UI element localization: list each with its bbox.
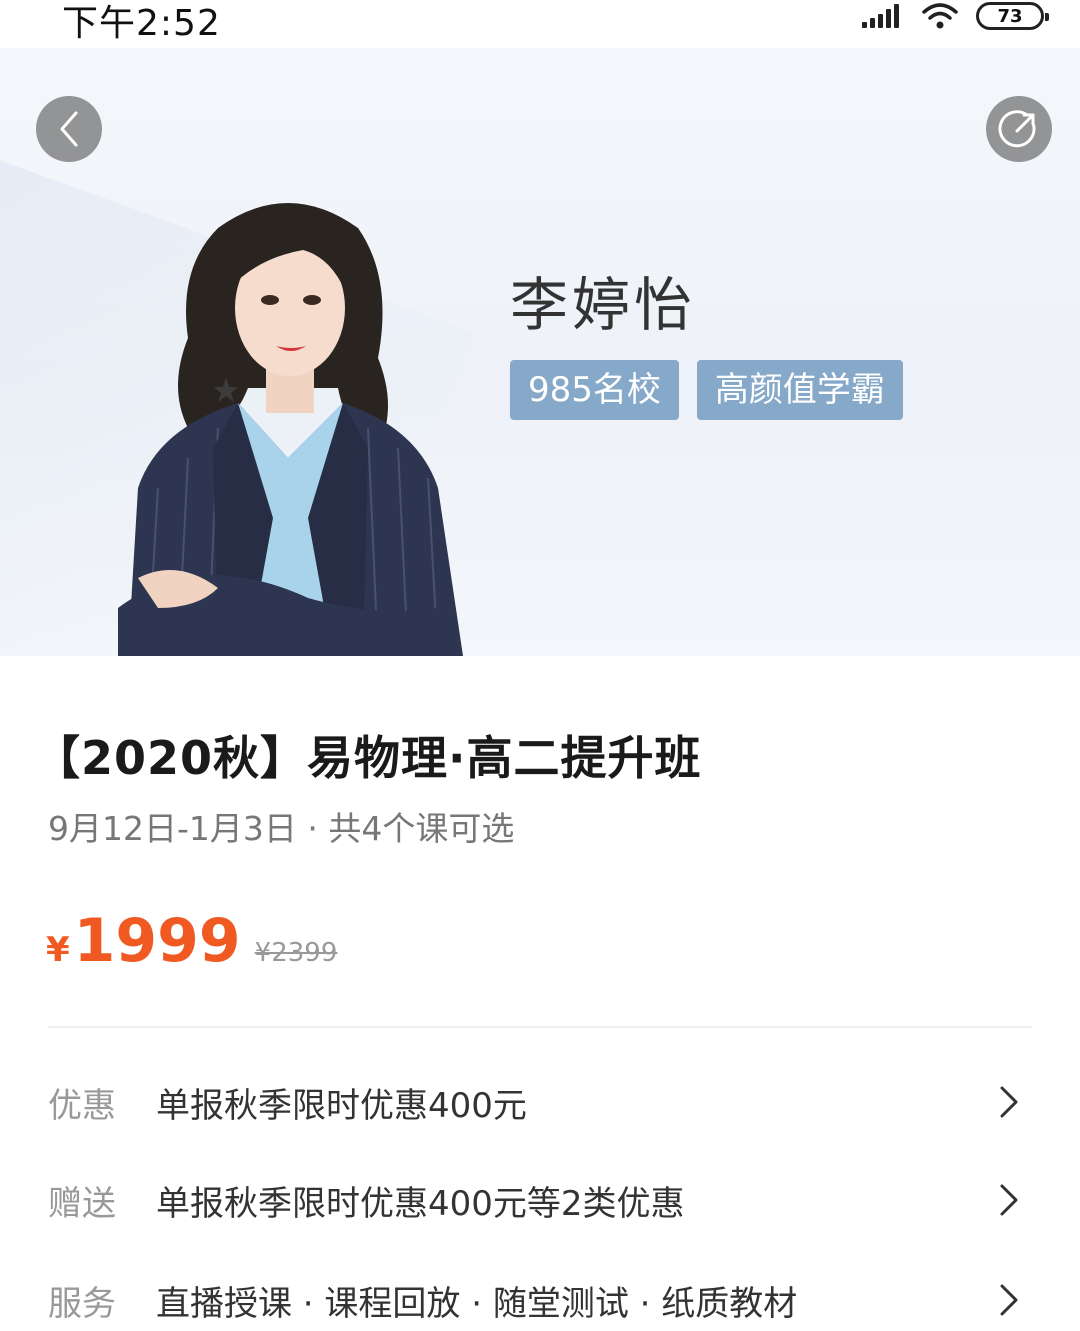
chevron-right-icon bbox=[1000, 1284, 1018, 1316]
teacher-photo bbox=[118, 203, 463, 656]
teacher-tag: 985名校 bbox=[510, 360, 679, 420]
status-time: 下午2:52 bbox=[62, 3, 221, 44]
chevron-right-icon bbox=[1000, 1184, 1018, 1216]
divider bbox=[48, 1026, 1032, 1028]
service-text: 直播授课 · 课程回放 · 随堂测试 · 纸质教材 bbox=[156, 1283, 798, 1324]
chevron-right-icon bbox=[1000, 1086, 1018, 1118]
currency-symbol: ¥ bbox=[46, 930, 70, 970]
back-button[interactable] bbox=[36, 96, 102, 162]
service-label: 服务 bbox=[48, 1283, 116, 1324]
teacher-tag: 高颜值学霸 bbox=[696, 360, 903, 420]
teacher-banner: 李婷怡 985名校 高颜值学霸 bbox=[0, 48, 1080, 656]
gift-label: 赠送 bbox=[48, 1183, 116, 1224]
service-row[interactable]: 服务 直播授课 · 课程回放 · 随堂测试 · 纸质教材 bbox=[48, 1268, 1038, 1331]
share-button[interactable] bbox=[986, 96, 1052, 162]
discount-text: 单报秋季限时优惠400元 bbox=[156, 1085, 527, 1126]
chevron-left-icon bbox=[60, 111, 78, 147]
share-icon bbox=[998, 110, 1036, 148]
battery-icon: 73 bbox=[976, 2, 1049, 30]
original-price: ¥2399 bbox=[254, 938, 338, 968]
discount-label: 优惠 bbox=[48, 1085, 116, 1126]
teacher-name: 李婷怡 bbox=[510, 271, 697, 339]
course-title: 【2020秋】易物理·高二提升班 bbox=[34, 731, 702, 785]
gift-row[interactable]: 赠送 单报秋季限时优惠400元等2类优惠 bbox=[48, 1168, 1038, 1232]
signal-icon bbox=[862, 2, 904, 30]
current-price: 1999 bbox=[73, 906, 241, 976]
status-bar: 下午2:52 73 bbox=[0, 0, 1080, 48]
course-schedule: 9月12日-1月3日 · 共4个课可选 bbox=[48, 809, 515, 848]
gift-text: 单报秋季限时优惠400元等2类优惠 bbox=[156, 1183, 685, 1224]
status-icons: 73 bbox=[862, 0, 1049, 32]
wifi-icon bbox=[922, 3, 958, 29]
price-row: ¥ 1999 ¥2399 bbox=[46, 906, 337, 976]
teacher-tags: 985名校 高颜值学霸 bbox=[510, 360, 903, 420]
discount-row[interactable]: 优惠 单报秋季限时优惠400元 bbox=[48, 1070, 1038, 1134]
